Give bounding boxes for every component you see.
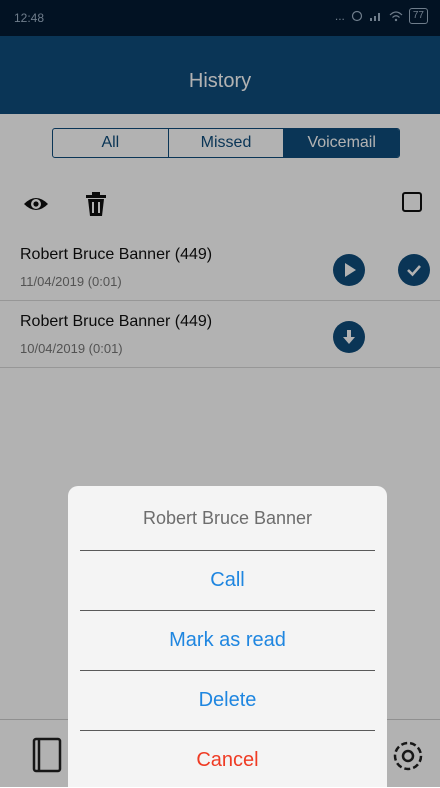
- mark-as-read-label: Mark as read: [169, 629, 286, 651]
- cancel-option[interactable]: Cancel: [68, 730, 387, 787]
- mark-as-read-option[interactable]: Mark as read: [68, 610, 387, 670]
- delete-option[interactable]: Delete: [68, 670, 387, 730]
- cancel-option-label: Cancel: [196, 749, 259, 771]
- divider: [80, 550, 375, 551]
- action-sheet: Robert Bruce Banner Call Mark as read De…: [68, 486, 387, 787]
- divider: [80, 730, 375, 731]
- divider: [80, 610, 375, 611]
- action-sheet-title: Robert Bruce Banner: [142, 508, 313, 528]
- call-option[interactable]: Call: [68, 550, 387, 610]
- delete-option-label: Delete: [198, 689, 257, 711]
- call-option-label: Call: [210, 569, 245, 591]
- divider: [80, 670, 375, 671]
